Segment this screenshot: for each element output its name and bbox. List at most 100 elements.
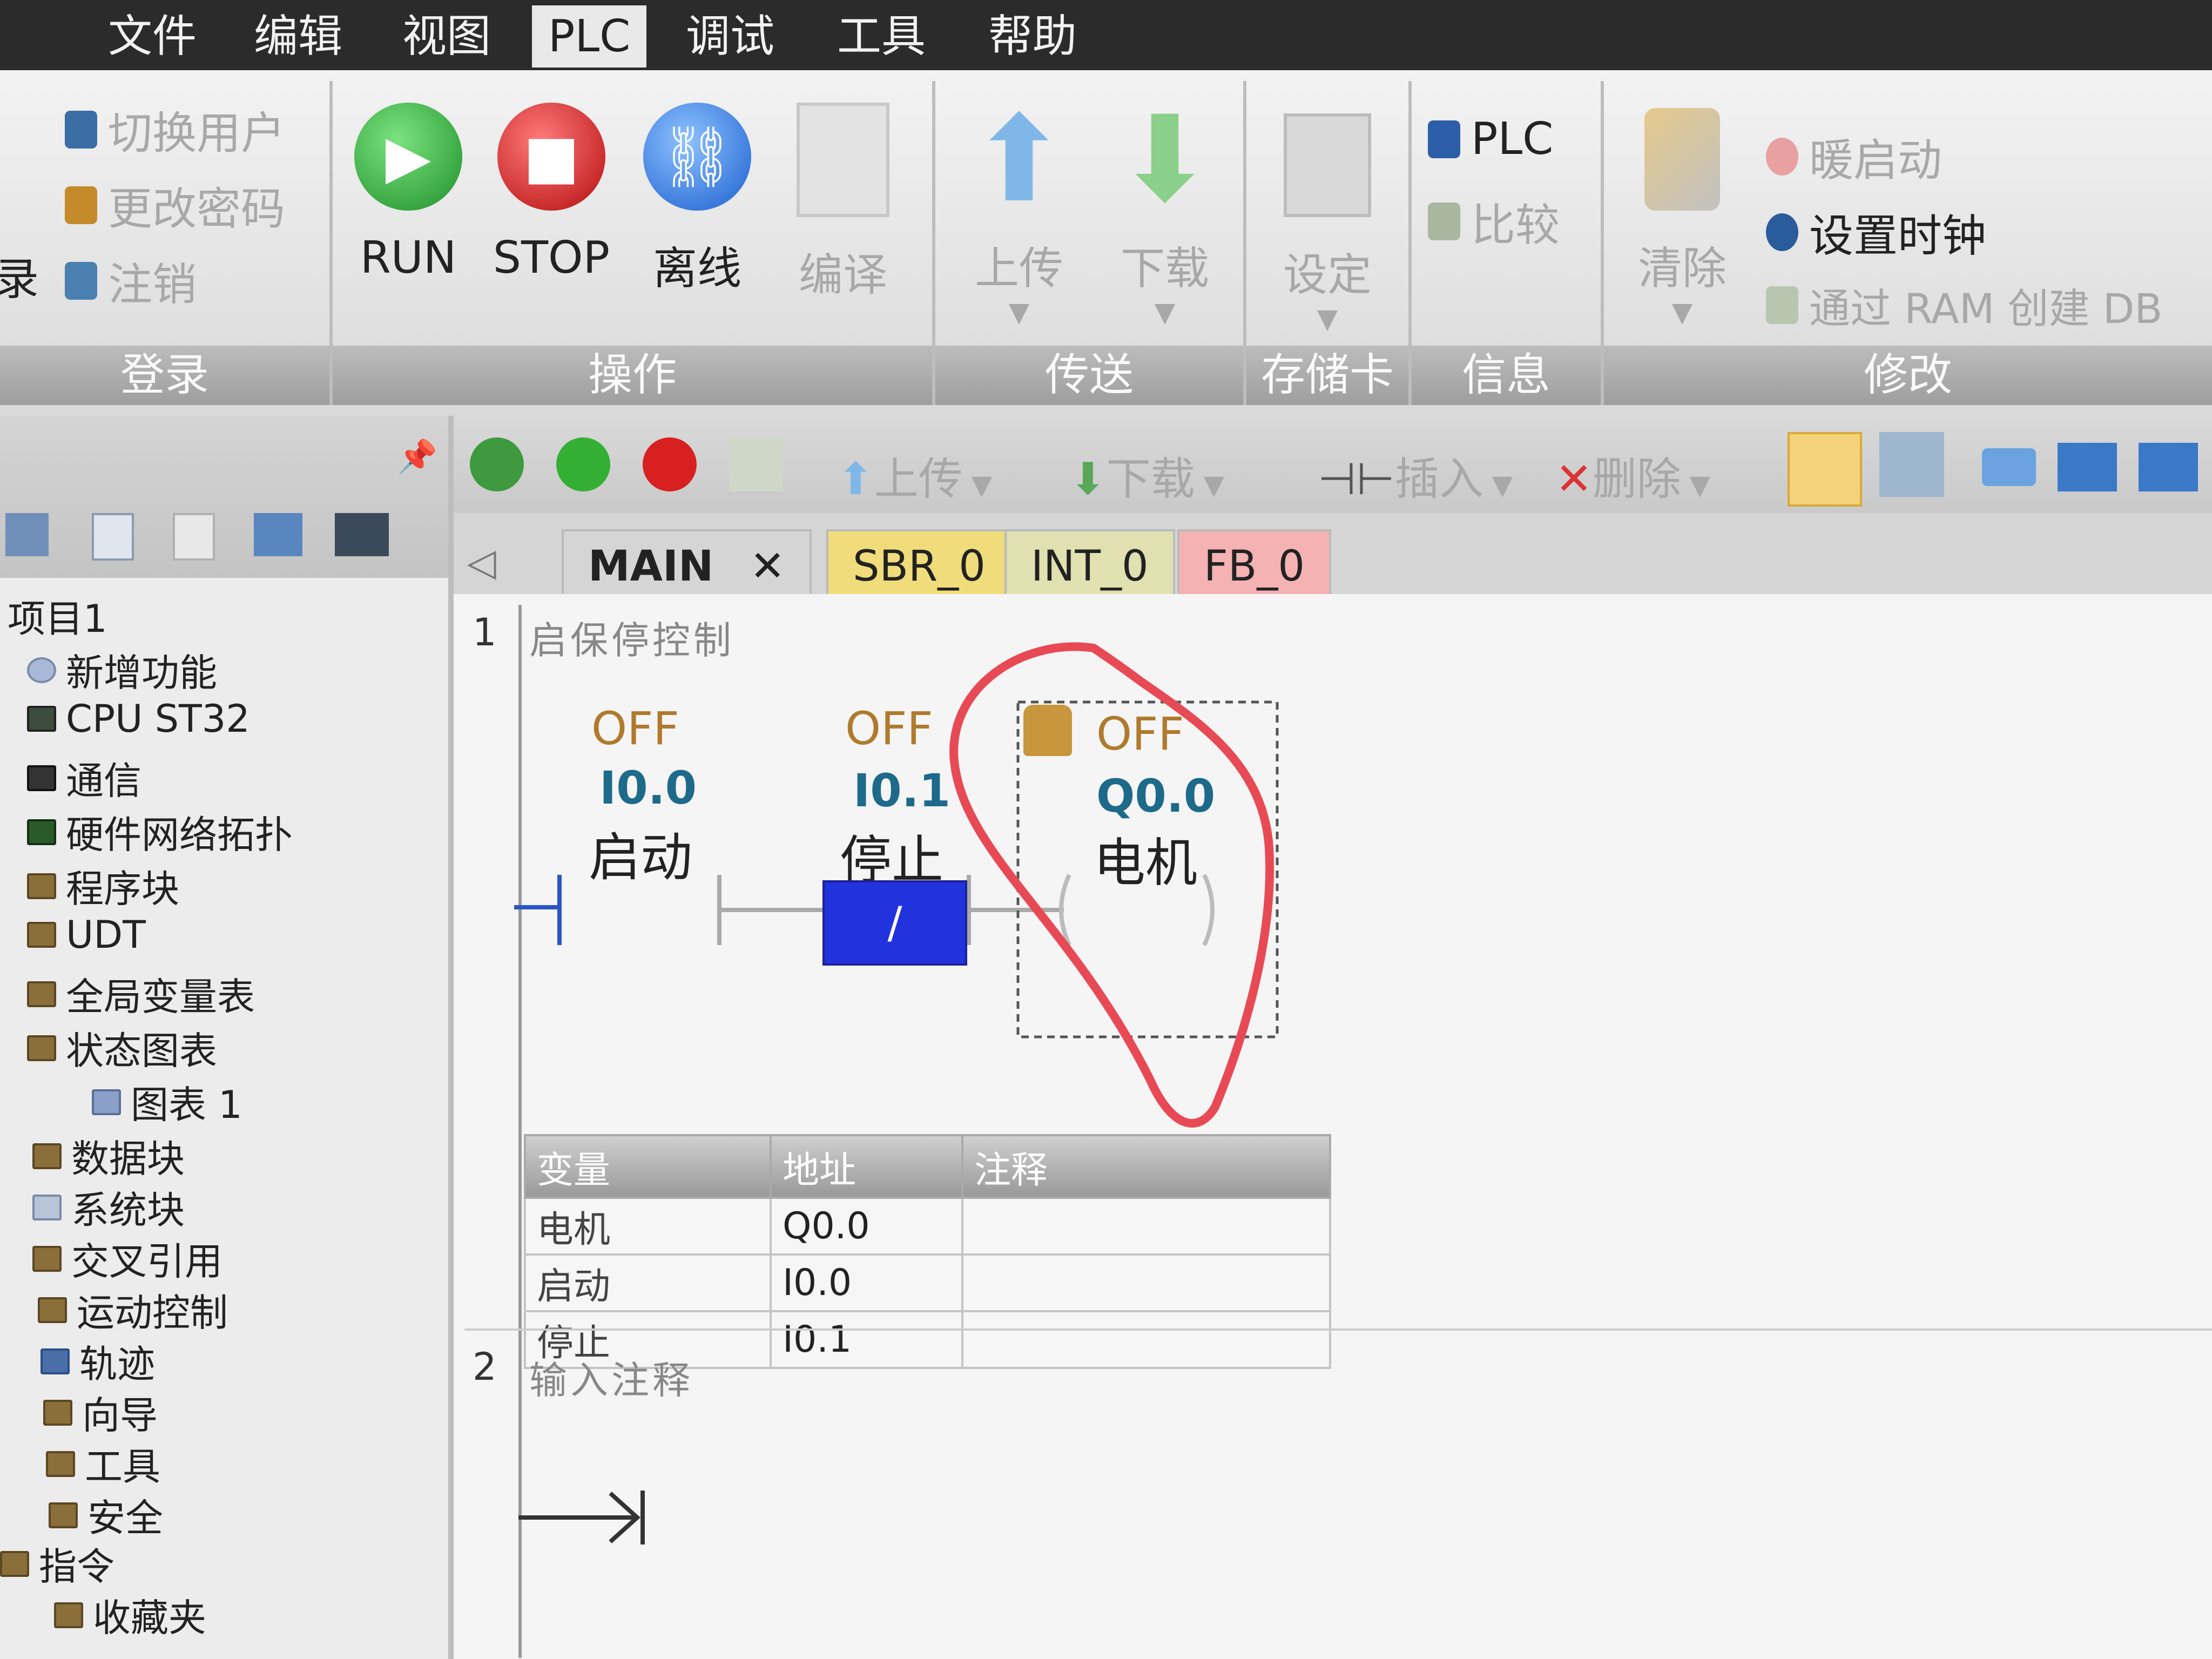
login-partial[interactable]: 录 [0,243,39,307]
menu-help[interactable]: 帮助 [972,5,1093,68]
monitor-icon[interactable] [335,513,389,556]
tree-item-motion-control[interactable]: 运动控制 [38,1283,228,1337]
stop-icon[interactable] [643,437,697,491]
compare-button[interactable]: 比较 [1428,189,1560,253]
network-view-icon-active[interactable] [1788,432,1862,507]
tree-item-instructions[interactable]: 指令 [0,1536,114,1591]
compile-check-icon[interactable] [470,437,524,491]
menu-tools[interactable]: 工具 [821,5,942,68]
tab-int0[interactable]: INT_0 [1004,529,1175,602]
toolbar-download-button[interactable]: ⬇下载 ▼ [1069,443,1224,507]
cell-comment[interactable] [961,1253,1331,1312]
tree-item-system-block[interactable]: 系统块 [32,1180,185,1235]
trajectory-icon [41,1348,70,1374]
menu-bar: 文件 编辑 视图 PLC 调试 工具 帮助 [0,0,2212,70]
clock-icon [1766,213,1798,251]
memory-card-icon [1284,113,1371,217]
delete-icon: ✕ [1555,454,1593,505]
rung-comment[interactable]: 输入注释 [529,1350,693,1405]
set-clock-button[interactable]: 设置时钟 [1766,200,1986,264]
upload-dropdown-icon[interactable]: ▼ [957,296,1081,328]
card-setting-button[interactable]: 设定 ▼ [1257,113,1398,334]
cell-comment[interactable] [961,1197,1331,1256]
menu-file[interactable]: 文件 [92,5,213,68]
ribbon-group-info: PLC 比较 信息 [1412,81,1604,405]
view-icon-4[interactable] [254,513,302,556]
run-icon[interactable] [556,437,610,491]
create-db-from-ram-button[interactable]: 通过 RAM 创建 DB [1766,275,2162,335]
toolbar-insert-button[interactable]: ⊣⊢插入 ▼ [1318,443,1513,507]
empty-rung-arrow-icon[interactable] [508,1480,670,1555]
menu-edit[interactable]: 编辑 [238,5,359,68]
window-icon[interactable] [1982,448,2036,486]
tree-item-cross-reference[interactable]: 交叉引用 [32,1231,222,1286]
download-icon: ⬇ [1069,454,1107,505]
tree-item-program-blocks[interactable]: 程序块 [27,859,179,913]
upload-button[interactable]: ⬆ 上传 ▼ [957,100,1081,328]
logout-button[interactable]: 注销 [65,248,197,313]
cell-comment[interactable] [961,1310,1331,1369]
col-header-address: 地址 [770,1134,963,1199]
cell-address: Q0.0 [770,1197,963,1256]
close-icon[interactable]: ✕ [750,542,785,591]
download-dropdown-icon[interactable]: ▼ [1103,296,1227,328]
switch-user-button[interactable]: 切换用户 [65,97,285,161]
tree-item-udt[interactable]: UDT [27,913,146,957]
compile-button[interactable]: 编译 [781,103,905,303]
toolbar-upload-button[interactable]: ⬆上传 ▼ [837,443,992,507]
tree-item-security[interactable]: 安全 [49,1488,163,1542]
tree-item-cpu[interactable]: CPU ST32 [27,697,250,741]
plc-info-button[interactable]: PLC [1428,113,1553,165]
download-button[interactable]: ⬇ 下载 ▼ [1103,100,1227,328]
folder-icon [0,1550,29,1577]
tree-item-topology[interactable]: 硬件网络拓扑 [27,805,293,859]
tab-fb0[interactable]: FB_0 [1177,529,1332,602]
folder-icon [27,1035,56,1061]
clear-dropdown-icon[interactable]: ▼ [1620,296,1744,328]
table-row[interactable]: 电机 Q0.0 [524,1197,1331,1256]
run-button[interactable]: ▶ RUN [349,103,468,284]
tree-item-trajectory[interactable]: 轨迹 [41,1334,155,1388]
warm-start-button[interactable]: 暖启动 [1766,124,1942,188]
project-tree-toolbar: 📌 [0,416,448,578]
tree-item-status-charts[interactable]: 状态图表 [27,1021,217,1075]
network-view-icon[interactable] [1879,432,1944,497]
menu-plc[interactable]: PLC [532,5,647,68]
ribbon-group-transfer: ⬆ 上传 ▼ ⬇ 下载 ▼ 传送 [935,81,1246,405]
change-password-button[interactable]: 更改密码 [65,173,285,237]
tree-item-communication[interactable]: 通信 [27,751,141,805]
tree-item-project[interactable]: 项目1 [8,589,107,643]
tab-sbr0[interactable]: SBR_0 [826,529,1012,602]
toolbar-delete-button[interactable]: ✕删除 ▼ [1555,443,1710,507]
tree-item-chart-1[interactable]: 图表 1 [92,1075,242,1129]
tab-scroll-left-icon[interactable]: ◁ [467,540,496,584]
offline-button[interactable]: ⛓ 离线 [635,103,759,296]
system-block-icon [32,1194,62,1220]
view-icon-2[interactable] [92,513,134,561]
pin-icon[interactable]: 📌 [397,437,437,476]
menu-view[interactable]: 视图 [386,5,507,68]
menu-debug[interactable]: 调试 [670,5,791,68]
tree-item-tools[interactable]: 工具 [46,1437,160,1491]
folder-icon [43,1399,72,1426]
verify-icon[interactable] [729,437,783,491]
tree-item-global-vars[interactable]: 全局变量表 [27,967,255,1021]
card-dropdown-icon[interactable]: ▼ [1257,303,1398,334]
tree-item-wizard[interactable]: 向导 [43,1385,158,1440]
stop-button[interactable]: ■ STOP [489,103,613,284]
ladder-canvas[interactable]: 1 启保停控制 OFF I0.0 启动 OFF I0.1 停止 / OFF Q0… [454,594,2212,1659]
tree-item-favorites[interactable]: 收藏夹 [54,1588,206,1642]
view-icon-1[interactable] [5,513,49,556]
tree-item-new-features[interactable]: 新增功能 [27,643,217,697]
tree-item-data-blocks[interactable]: 数据块 [32,1129,185,1183]
view-icon-3[interactable] [173,513,215,561]
col-header-variable: 变量 [524,1134,772,1199]
compile-icon [797,103,889,217]
rung-number: 2 [473,1345,497,1389]
table-row[interactable]: 启动 I0.0 [524,1253,1331,1312]
tab-main[interactable]: MAIN ✕ [562,529,812,602]
forward-arrow-icon[interactable] [2139,443,2198,491]
clear-button[interactable]: 清除 ▼ [1620,108,1744,328]
back-arrow-icon[interactable] [2058,443,2117,491]
folder-icon [38,1297,67,1323]
